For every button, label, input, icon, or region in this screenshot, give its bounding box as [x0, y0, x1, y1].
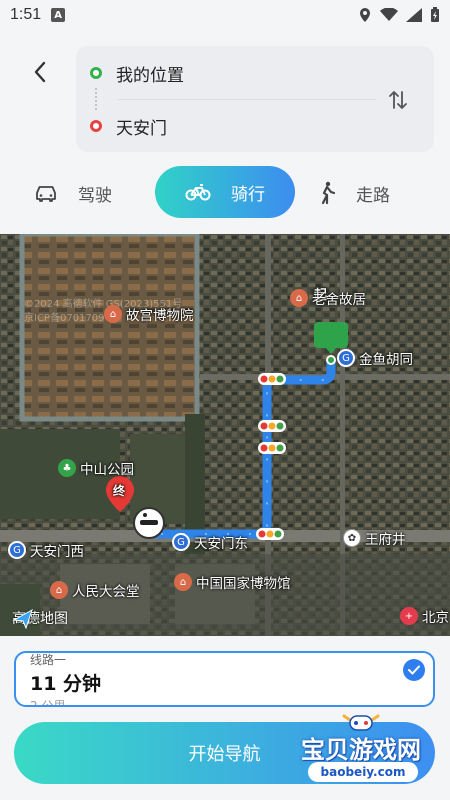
- poi-beijing[interactable]: + 北京: [400, 606, 449, 626]
- route-option-label: 线路一: [30, 653, 67, 668]
- route-connector: [95, 88, 97, 110]
- shopping-icon: ✿: [343, 529, 361, 547]
- route-option-time: 11 分钟: [30, 673, 102, 695]
- destination-field[interactable]: 天安门: [90, 113, 167, 139]
- bike-icon: [185, 184, 211, 201]
- tab-drive[interactable]: 驾驶: [34, 166, 112, 220]
- metro-icon: G: [8, 541, 26, 559]
- status-bar: 1:51 A: [0, 0, 450, 30]
- battery-icon: [431, 7, 439, 22]
- origin-dot-icon: [90, 67, 102, 79]
- museum-icon: ⌂: [174, 573, 192, 591]
- destination-label: 天安门: [116, 118, 167, 139]
- poi-tiananmen-east[interactable]: G 天安门东: [172, 532, 248, 552]
- status-time: 1:51: [10, 6, 42, 23]
- map-view[interactable]: ©2024 高德软件 GS(2023)551号 京ICP备07017094号 起 …: [0, 234, 450, 636]
- selected-check-icon: [403, 659, 425, 681]
- poi-laoshe-label: 老舍故居: [312, 292, 366, 308]
- screen: 1:51 A 我的位置 天安门 驾驶 骑行 走路 ©2024 高德软件 GS(2…: [0, 0, 450, 800]
- start-navigation-button[interactable]: 开始导航: [14, 722, 435, 784]
- poi-jinyu[interactable]: G 金鱼胡同: [337, 348, 413, 368]
- cyclist-position-icon: [133, 507, 165, 539]
- location-icon: [360, 8, 370, 22]
- museum-icon: ⌂: [290, 289, 308, 307]
- poi-gugong-label: 故宫博物院: [126, 308, 194, 324]
- poi-gugong[interactable]: ⌂ 故宫博物院: [104, 304, 194, 324]
- tab-walk-label: 走路: [356, 185, 390, 206]
- origin-field[interactable]: 我的位置: [90, 60, 184, 86]
- destination-dot-icon: [90, 120, 102, 132]
- status-icons: [358, 7, 440, 23]
- accessibility-a-icon: A: [51, 8, 66, 22]
- poi-wangfujing[interactable]: ✿ 王府井: [343, 528, 406, 548]
- park-icon: ♣: [58, 459, 76, 477]
- poi-renmin[interactable]: ⌂ 人民大会堂: [50, 580, 140, 600]
- poi-jinyu-label: 金鱼胡同: [359, 352, 413, 368]
- car-icon: [36, 186, 56, 202]
- route-divider: [118, 99, 376, 100]
- route-option-distance: 2 公里: [30, 699, 66, 707]
- wifi-icon: [380, 8, 398, 21]
- poi-museum-label: 中国国家博物馆: [196, 576, 291, 592]
- route-option-card[interactable]: 线路一 11 分钟 2 公里: [14, 651, 435, 707]
- poi-renmin-label: 人民大会堂: [72, 584, 140, 600]
- signal-icon: [406, 8, 422, 22]
- tab-drive-label: 驾驶: [78, 185, 112, 206]
- tab-bike[interactable]: 骑行: [155, 166, 295, 218]
- poi-tiananmen-west[interactable]: G 天安门西: [8, 540, 84, 560]
- hospital-icon: +: [400, 607, 418, 625]
- poi-museum[interactable]: ⌂ 中国国家博物馆: [174, 572, 291, 592]
- back-arrow-icon: [34, 61, 46, 83]
- metro-icon: G: [337, 349, 355, 367]
- poi-beijing-label: 北京: [422, 610, 449, 626]
- traffic-light-icon: [258, 373, 286, 385]
- metro-icon: G: [172, 533, 190, 551]
- poi-zhongshan[interactable]: ♣ 中山公园: [58, 458, 134, 478]
- swap-route-button[interactable]: [380, 82, 416, 118]
- origin-label: 我的位置: [116, 65, 184, 86]
- swap-arrows-icon: [389, 91, 407, 109]
- museum-icon: ⌂: [104, 305, 122, 323]
- museum-icon: ⌂: [50, 581, 68, 599]
- walk-icon: [321, 181, 336, 205]
- back-button[interactable]: [24, 56, 56, 88]
- amap-logo: 高德地图: [12, 608, 68, 630]
- poi-laoshe[interactable]: ⌂ 老舍故居: [290, 288, 366, 308]
- route-input-card: 我的位置 天安门: [76, 46, 434, 152]
- poi-wangfujing-label: 王府井: [365, 532, 406, 548]
- poi-zhongshan-label: 中山公园: [80, 462, 134, 478]
- tab-walk[interactable]: 走路: [318, 166, 390, 220]
- poi-tiananmen-west-label: 天安门西: [30, 544, 84, 560]
- start-navigation-label: 开始导航: [188, 744, 261, 765]
- amap-logo-icon: [12, 608, 33, 630]
- end-marker-label: 终: [113, 484, 126, 498]
- poi-tiananmen-east-label: 天安门东: [194, 536, 248, 552]
- tab-bike-label: 骑行: [231, 184, 265, 205]
- travel-mode-tabs: 驾驶 骑行 走路: [0, 166, 450, 220]
